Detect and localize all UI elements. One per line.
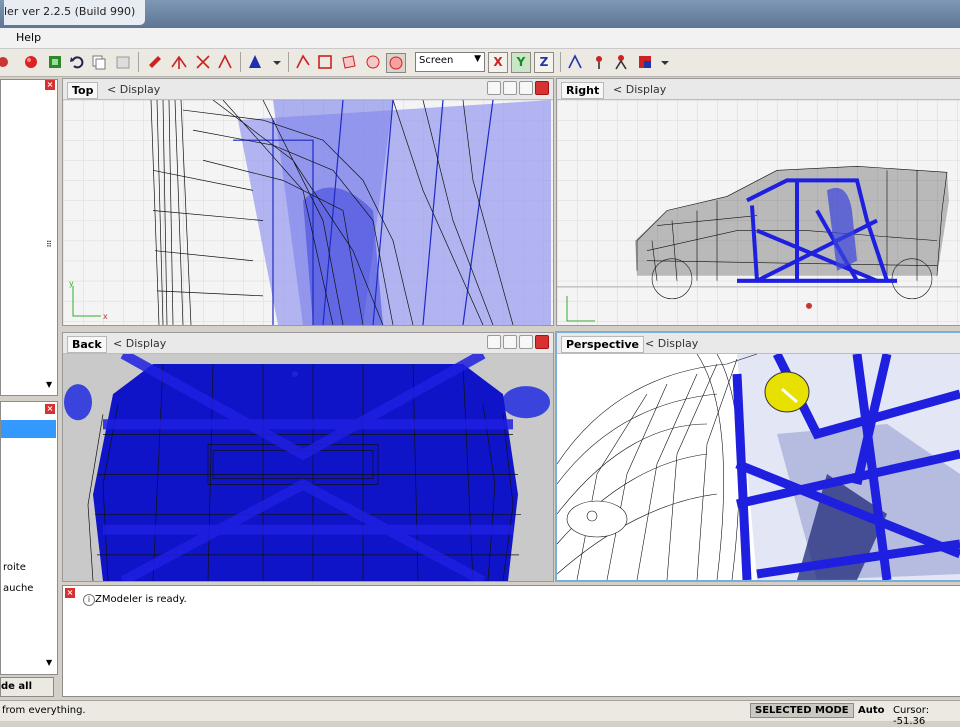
- axis-y-toggle[interactable]: Y: [511, 52, 531, 73]
- status-cursor: Cursor: -51.36: [893, 705, 930, 727]
- new-file-icon[interactable]: [0, 53, 12, 71]
- viewport-header: Top < Display: [63, 79, 553, 100]
- left-lower-panel: × roite auche ▼: [0, 401, 58, 675]
- svg-text:y: y: [69, 279, 74, 288]
- viewport-canvas[interactable]: [557, 100, 960, 325]
- viewport-display-menu[interactable]: < Display: [113, 337, 166, 350]
- viewport-top[interactable]: Top < Display yx: [62, 78, 554, 326]
- coordinate-system-select[interactable]: Screen ▼: [415, 52, 485, 72]
- viewport-display-menu[interactable]: < Display: [107, 83, 160, 96]
- maximize-icon[interactable]: [535, 81, 549, 95]
- scale-icon[interactable]: [216, 53, 234, 71]
- pan-icon[interactable]: [503, 335, 517, 349]
- title-bar: ler ver 2.2.5 (Build 990): [0, 0, 960, 28]
- viewport-name[interactable]: Back: [67, 336, 107, 353]
- viewport-perspective[interactable]: Perspective < Display: [555, 331, 960, 582]
- zoom-icon[interactable]: [487, 335, 501, 349]
- material-icon[interactable]: [636, 53, 654, 71]
- rotate-view-icon[interactable]: [519, 335, 533, 349]
- paste-icon[interactable]: [114, 53, 132, 71]
- scroll-down-icon[interactable]: ▼: [46, 658, 52, 667]
- display-label: Display: [119, 83, 161, 96]
- viewport-header: Back < Display: [63, 333, 553, 354]
- menu-help[interactable]: Help: [16, 31, 41, 44]
- record-icon[interactable]: [22, 53, 40, 71]
- scroll-icon[interactable]: ⠿: [46, 240, 56, 250]
- viewport-display-menu[interactable]: < Display: [645, 337, 698, 350]
- left-upper-panel: × ⠿ ▼: [0, 79, 58, 396]
- viewport-right[interactable]: Right < Display: [556, 78, 960, 326]
- viewport-controls: [487, 81, 551, 97]
- group-mode-icon[interactable]: [386, 53, 406, 73]
- window-title: ler ver 2.2.5 (Build 990): [4, 0, 146, 25]
- select-icon[interactable]: [146, 53, 164, 71]
- maximize-icon[interactable]: [535, 335, 549, 349]
- selected-list-item[interactable]: [1, 420, 56, 438]
- viewport-canvas[interactable]: yx: [63, 100, 553, 325]
- vertex-mode-icon[interactable]: [294, 53, 312, 71]
- zoom-icon[interactable]: [487, 81, 501, 95]
- hide-all-button[interactable]: de all: [0, 677, 54, 697]
- rotate-icon[interactable]: [194, 53, 212, 71]
- viewport-back[interactable]: Back < Display: [62, 332, 554, 582]
- coordinate-system-value: Screen: [419, 55, 454, 66]
- log-panel: × i ZModeler is ready.: [62, 585, 960, 697]
- rotate-view-icon[interactable]: [519, 81, 533, 95]
- viewport-canvas[interactable]: [63, 354, 553, 581]
- display-label: Display: [625, 83, 667, 96]
- log-message: ZModeler is ready.: [95, 594, 187, 605]
- viewport-name[interactable]: Top: [67, 82, 99, 99]
- pan-icon[interactable]: [503, 81, 517, 95]
- status-bar: from everything. SELECTED MODE Auto Curs…: [0, 700, 960, 727]
- viewport-name[interactable]: Perspective: [561, 336, 645, 353]
- status-mode[interactable]: SELECTED MODE: [750, 703, 854, 718]
- viewport-canvas[interactable]: [557, 354, 960, 580]
- svg-text:x: x: [103, 312, 108, 321]
- chevron-down-icon: ▼: [474, 54, 481, 64]
- display-label: Display: [657, 337, 699, 350]
- list-item[interactable]: roite: [3, 562, 26, 573]
- close-icon[interactable]: ×: [45, 80, 55, 90]
- viewport-display-menu[interactable]: < Display: [613, 83, 666, 96]
- object-mode-icon[interactable]: [364, 53, 382, 71]
- copy-icon[interactable]: [90, 53, 108, 71]
- toolbar: Screen ▼ X Y Z: [0, 49, 960, 77]
- axis-z-toggle[interactable]: Z: [534, 52, 554, 73]
- move-icon[interactable]: [170, 53, 188, 71]
- hierarchy-icon[interactable]: [612, 53, 630, 71]
- viewport-header: Perspective < Display: [557, 333, 960, 354]
- info-icon: i: [83, 594, 95, 606]
- pivot-icon[interactable]: [590, 53, 608, 71]
- chevron-down-icon[interactable]: [268, 53, 286, 71]
- edge-mode-icon[interactable]: [316, 53, 334, 71]
- export-icon[interactable]: [46, 53, 64, 71]
- viewport-header: Right < Display: [557, 79, 960, 100]
- scroll-down-icon[interactable]: ▼: [46, 380, 52, 389]
- status-hint: from everything.: [2, 705, 86, 716]
- viewport-controls: [487, 335, 551, 351]
- face-mode-icon[interactable]: [340, 53, 358, 71]
- status-auto[interactable]: Auto: [858, 705, 885, 716]
- list-item[interactable]: auche: [3, 583, 33, 594]
- undo-icon[interactable]: [68, 53, 86, 71]
- viewport-name[interactable]: Right: [561, 82, 605, 99]
- shading-icon[interactable]: [246, 53, 264, 71]
- close-icon[interactable]: ×: [45, 404, 55, 414]
- chevron-down-icon[interactable]: [656, 53, 674, 71]
- link-icon[interactable]: [566, 53, 584, 71]
- axis-x-toggle[interactable]: X: [488, 52, 508, 73]
- close-icon[interactable]: ×: [65, 588, 75, 598]
- display-label: Display: [125, 337, 167, 350]
- menu-bar: Help: [0, 28, 960, 49]
